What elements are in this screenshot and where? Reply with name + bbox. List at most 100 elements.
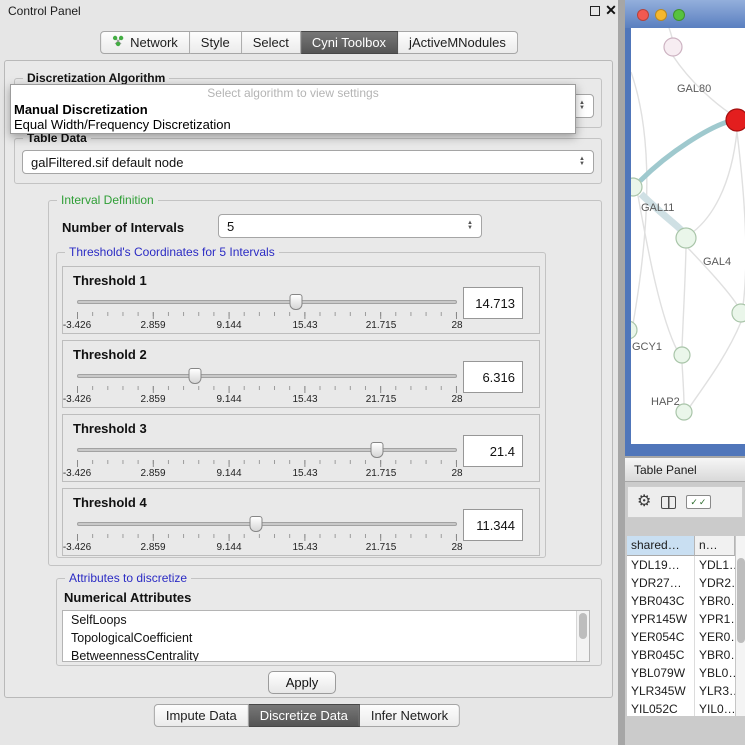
attribute-list-item[interactable]: TopologicalCoefficient — [63, 629, 589, 647]
dropdown-item-manual[interactable]: Manual Discretization — [11, 102, 575, 117]
threshold-3-panel: Threshold 3 -3.4262.8599.14415.4321.7152… — [62, 414, 540, 482]
select-columns-icon[interactable]: ✓✓ — [686, 495, 711, 509]
table-row[interactable]: YBR043CYBR0… — [627, 592, 735, 610]
node-gal80[interactable] — [664, 38, 682, 56]
slider-thumb[interactable] — [290, 294, 303, 310]
tab-impute-data[interactable]: Impute Data — [154, 704, 249, 727]
table-scrollbar[interactable] — [735, 536, 745, 716]
column-header-shared-name[interactable]: shared… — [627, 536, 695, 556]
tab-jactivemnodules[interactable]: jActiveMNodules — [398, 31, 518, 54]
threshold-3-value-field[interactable]: 21.4 — [463, 435, 523, 467]
slider-scale-label: 21.715 — [366, 468, 397, 479]
table-cell: YLR345W — [627, 682, 695, 700]
threshold-4-panel: Threshold 4 -3.4262.8599.14415.4321.7152… — [62, 488, 540, 556]
table-cell: YBL0… — [695, 664, 735, 682]
table-header-row: shared… n… — [627, 536, 735, 556]
slider-scale-label: -3.426 — [63, 542, 91, 553]
attribute-list-item[interactable]: SelfLoops — [63, 611, 589, 629]
tab-network[interactable]: Network — [100, 31, 190, 54]
slider-scale: -3.4262.8599.14415.4321.71528 — [77, 320, 457, 332]
node[interactable] — [732, 304, 745, 322]
table-row[interactable]: YIL052CYIL0… — [627, 700, 735, 716]
list-scrollbar[interactable] — [576, 611, 589, 661]
slider-scale-label: 21.715 — [366, 320, 397, 331]
threshold-3-slider[interactable] — [77, 441, 457, 459]
threshold-4-slider[interactable] — [77, 515, 457, 533]
attribute-list-item[interactable]: BetweennessCentrality — [63, 647, 589, 662]
table-row[interactable]: YBL079WYBL0… — [627, 664, 735, 682]
table-row[interactable]: YER054CYER0… — [627, 628, 735, 646]
tab-select[interactable]: Select — [242, 31, 301, 54]
tab-label: Cyni Toolbox — [312, 35, 386, 50]
scrollbar-thumb[interactable] — [579, 613, 587, 639]
dropdown-item-equal-width[interactable]: Equal Width/Frequency Discretization — [11, 117, 575, 132]
tab-label: Impute Data — [166, 708, 237, 723]
bottom-tab-bar: Impute Data Discretize Data Infer Networ… — [154, 704, 460, 727]
threshold-4-value-field[interactable]: 11.344 — [463, 509, 523, 541]
table-data-combobox[interactable]: galFiltered.sif default node ▲▼ — [22, 150, 594, 174]
tab-style[interactable]: Style — [190, 31, 242, 54]
node-gal4[interactable] — [676, 228, 696, 248]
window-restore-icon[interactable] — [590, 6, 600, 16]
slider-scale-label: 9.144 — [216, 320, 241, 331]
threshold-2-value-field[interactable]: 6.316 — [463, 361, 523, 393]
number-of-intervals-label: Number of Intervals — [62, 220, 184, 235]
node-label: GAL4 — [703, 256, 731, 268]
traffic-light-close[interactable] — [637, 9, 649, 21]
table-cell: YIL0… — [695, 700, 735, 716]
node-gcy1[interactable] — [631, 321, 637, 339]
slider-thumb[interactable] — [249, 516, 262, 532]
threshold-coordinates-legend: Threshold's Coordinates for 5 Intervals — [65, 245, 279, 259]
traffic-light-zoom[interactable] — [673, 9, 685, 21]
numerical-attributes-list[interactable]: SelfLoopsTopologicalCoefficientBetweenne… — [62, 610, 590, 662]
table-row[interactable]: YLR345WYLR3… — [627, 682, 735, 700]
traffic-light-minimize[interactable] — [655, 9, 667, 21]
gear-icon[interactable]: ⚙ — [637, 494, 651, 510]
slider-track[interactable] — [77, 448, 457, 452]
threshold-1-slider[interactable] — [77, 293, 457, 311]
slider-ticks-major — [77, 460, 457, 467]
slider-track[interactable] — [77, 374, 457, 378]
slider-track[interactable] — [77, 522, 457, 526]
slider-scale-label: -3.426 — [63, 320, 91, 331]
number-of-intervals-value: 5 — [227, 219, 234, 234]
table-row[interactable]: YBR045CYBR0… — [627, 646, 735, 664]
threshold-2-panel: Threshold 2 -3.4262.8599.14415.4321.7152… — [62, 340, 540, 408]
slider-scale-label: -3.426 — [63, 394, 91, 405]
network-canvas[interactable]: GAL80 GAL11 GAL4 GCY1 HAP2 — [631, 28, 745, 444]
column-header-name[interactable]: n… — [695, 536, 735, 556]
network-window-titlebar[interactable] — [625, 0, 745, 28]
slider-track[interactable] — [77, 300, 457, 304]
apply-button[interactable]: Apply — [268, 671, 336, 694]
tab-label: Infer Network — [371, 708, 448, 723]
window-close-icon[interactable]: ✕ — [604, 2, 618, 18]
tab-label: Select — [253, 35, 289, 50]
algorithm-dropdown-popup: Select algorithm to view settings Manual… — [10, 84, 576, 134]
node-table[interactable]: shared… n… YDL19…YDL1…YDR27…YDR2…YBR043C… — [627, 536, 735, 716]
slider-scale-label: 28 — [451, 394, 462, 405]
slider-scale-label: 28 — [451, 320, 462, 331]
tab-label: Style — [201, 35, 230, 50]
tab-discretize-data[interactable]: Discretize Data — [249, 704, 360, 727]
columns-icon[interactable] — [661, 496, 676, 509]
slider-thumb[interactable] — [188, 368, 201, 384]
table-row[interactable]: YPR145WYPR1… — [627, 610, 735, 628]
node-selected-red[interactable] — [726, 109, 745, 131]
slider-scale-label: 15.43 — [292, 468, 317, 479]
table-row[interactable]: YDL19…YDL1… — [627, 556, 735, 574]
number-of-intervals-spinner[interactable]: 5 ▲▼ — [218, 214, 482, 238]
table-cell: YLR3… — [695, 682, 735, 700]
threshold-3-label: Threshold 3 — [73, 421, 147, 436]
scrollbar-thumb[interactable] — [737, 558, 745, 643]
tab-infer-network[interactable]: Infer Network — [360, 704, 460, 727]
threshold-1-value-field[interactable]: 14.713 — [463, 287, 523, 319]
tab-cyni-toolbox[interactable]: Cyni Toolbox — [301, 31, 398, 54]
slider-ticks-major — [77, 386, 457, 393]
slider-scale-label: 9.144 — [216, 394, 241, 405]
slider-thumb[interactable] — [371, 442, 384, 458]
tab-label: jActiveMNodules — [409, 35, 506, 50]
node[interactable] — [674, 347, 690, 363]
threshold-2-slider[interactable] — [77, 367, 457, 385]
table-row[interactable]: YDR27…YDR2… — [627, 574, 735, 592]
table-cell: YPR1… — [695, 610, 735, 628]
